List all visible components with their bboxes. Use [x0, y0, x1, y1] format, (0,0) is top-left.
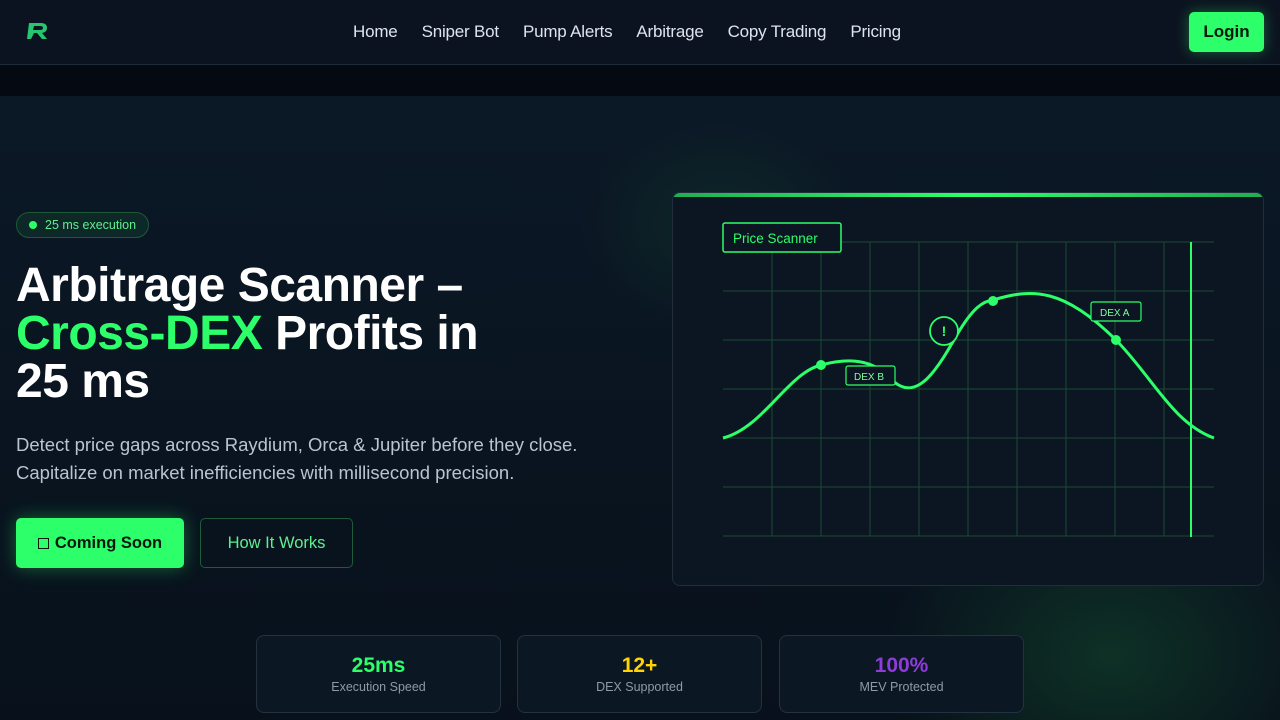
status-dot-icon [29, 221, 37, 229]
hero-subtext: Detect price gaps across Raydium, Orca &… [16, 431, 626, 487]
price-scanner-card: Price Scanner DEX B DEX A ! [672, 192, 1264, 586]
stat-value: 25ms [351, 654, 406, 677]
top-nav: Home Sniper Bot Pump Alerts Arbitrage Co… [0, 0, 1280, 65]
nav-link-pricing[interactable]: Pricing [850, 22, 901, 42]
nav-link-sniper-bot[interactable]: Sniper Bot [422, 22, 500, 42]
coming-soon-button[interactable]: Coming Soon [16, 518, 184, 568]
logo-icon[interactable] [26, 20, 50, 42]
stat-card-mev-protected: 100% MEV Protected [779, 635, 1024, 713]
headline-line-1: Arbitrage Scanner – [16, 259, 463, 312]
stat-label: MEV Protected [859, 680, 944, 694]
headline-accent: Cross-DEX [16, 307, 263, 360]
login-button[interactable]: Login [1189, 12, 1264, 52]
point-dex-b [816, 360, 826, 370]
badge-text: 25 ms execution [45, 218, 137, 232]
nav-link-arbitrage[interactable]: Arbitrage [636, 22, 703, 42]
nav-link-pump-alerts[interactable]: Pump Alerts [523, 22, 613, 42]
stat-card-execution-speed: 25ms Execution Speed [256, 635, 501, 713]
subtext-line-2: Capitalize on market inefficiencies with… [16, 462, 515, 483]
nav-links: Home Sniper Bot Pump Alerts Arbitrage Co… [353, 22, 901, 42]
nav-spacer [0, 65, 1280, 96]
point-dex-a [1111, 335, 1121, 345]
dex-a-label: DEX A [1100, 308, 1130, 319]
scanner-grid [723, 241, 1214, 537]
scanner-title: Price Scanner [733, 231, 818, 246]
stat-label: DEX Supported [596, 680, 683, 694]
coming-soon-label: Coming Soon [54, 533, 163, 552]
execution-badge: 25 ms execution [16, 212, 150, 238]
point-peak [988, 296, 998, 306]
price-scanner-graphic: Price Scanner DEX B DEX A ! [722, 222, 1215, 537]
nav-link-home[interactable]: Home [353, 22, 398, 42]
stat-value: 100% [874, 654, 929, 677]
hero-headline: Arbitrage Scanner – Cross-DEX Profits in… [16, 262, 616, 406]
headline-rest: Profits in [262, 307, 479, 360]
dex-b-label: DEX B [854, 372, 884, 383]
stat-value: 12+ [621, 654, 658, 677]
stat-label: Execution Speed [331, 680, 426, 694]
square-icon [37, 537, 49, 549]
stat-card-dex-supported: 12+ DEX Supported [517, 635, 762, 713]
nav-link-copy-trading[interactable]: Copy Trading [728, 22, 827, 42]
subtext-line-1: Detect price gaps across Raydium, Orca &… [16, 434, 578, 455]
headline-line-2: Cross-DEX Profits in [16, 310, 616, 358]
alert-symbol: ! [942, 323, 947, 339]
how-it-works-button[interactable]: How It Works [200, 518, 353, 568]
headline-line-3: 25 ms [16, 355, 150, 408]
